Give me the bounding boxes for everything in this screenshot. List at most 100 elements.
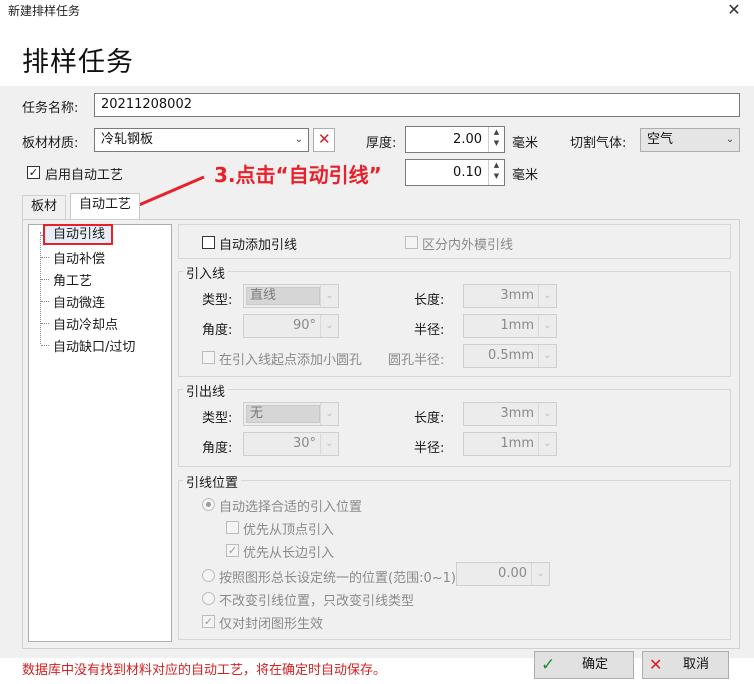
cancel-label: 取消 [683, 657, 710, 672]
tree-item-auto-lead[interactable]: 自动引线 [43, 224, 113, 245]
tree-guide [41, 257, 49, 258]
keep-position-radio[interactable] [202, 592, 215, 605]
lead-in-angle-value: 90° [292, 318, 316, 333]
tab-material[interactable]: 板材 [22, 195, 67, 219]
lead-in-angle-spinbox[interactable]: 90° ⌄ [243, 314, 339, 338]
lead-out-radius-spinbox[interactable]: 1mm ⌄ [463, 432, 557, 456]
lead-in-radius-value: 1mm [500, 318, 534, 333]
material-select[interactable]: 冷轧钢板 ⌄ [94, 128, 309, 152]
distinguish-lead-label: 区分内外模引线 [422, 238, 514, 253]
process-tree [28, 224, 172, 642]
lead-out-title: 引出线 [183, 381, 229, 400]
lead-in-title: 引入线 [183, 263, 229, 282]
check-icon: ✓ [541, 655, 556, 675]
thickness-unit: 毫米 [512, 136, 539, 151]
closed-only-label: 仅对封闭图形生效 [219, 617, 324, 632]
hole-radius-spinbox[interactable]: 0.5mm ⌄ [463, 344, 557, 368]
auto-process-checkbox[interactable]: ✓ [27, 166, 40, 179]
distinguish-lead-checkbox[interactable] [405, 236, 418, 249]
tree-guide [41, 323, 49, 324]
chevron-down-icon: ⌄ [538, 403, 556, 425]
chevron-down-icon: ⌄ [294, 134, 304, 145]
lead-out-type-value: 无 [246, 405, 320, 423]
lead-in-type-select[interactable]: 直线 ⌄ [243, 284, 339, 308]
chevron-down-icon: ⌄ [320, 403, 338, 425]
lead-in-hole-checkbox[interactable] [202, 351, 215, 364]
chevron-down-icon: ⌄ [538, 345, 556, 367]
tree-guide [41, 279, 49, 280]
lead-out-angle-spinbox[interactable]: 30° ⌄ [243, 432, 339, 456]
cancel-button[interactable]: ✕ 取消 [642, 651, 729, 679]
material-label: 板材材质: [22, 136, 79, 151]
task-name-input[interactable]: 20211208002 [94, 93, 740, 117]
tree-item-auto-compensation[interactable]: 自动补偿 [53, 248, 105, 267]
gas-select[interactable]: 空气 ⌄ [640, 128, 740, 152]
lead-out-type-select[interactable]: 无 ⌄ [243, 402, 339, 426]
prefer-long-edge-checkbox[interactable]: ✓ [226, 544, 239, 557]
lead-out-length-spinbox[interactable]: 3mm ⌄ [463, 402, 557, 426]
spacing-value: 0.10 [453, 165, 482, 180]
hole-radius-value: 0.5mm [487, 348, 534, 363]
gas-label: 切割气体: [570, 136, 627, 151]
tutorial-annotation: 3.点击“自动引线” [214, 163, 382, 187]
lead-in-length-value: 3mm [500, 288, 534, 303]
chevron-down-icon: ⌄ [320, 285, 338, 307]
lead-in-hole-label: 在引入线起点添加小圆孔 [219, 353, 363, 368]
chevron-down-icon: ⌄ [538, 433, 556, 455]
auto-add-lead-label: 自动添加引线 [219, 238, 298, 253]
chevron-down-icon: ⌄ [320, 433, 338, 455]
lead-in-length-spinbox[interactable]: 3mm ⌄ [463, 284, 557, 308]
lead-in-angle-label: 角度: [202, 323, 233, 338]
prefer-vertex-checkbox[interactable] [226, 521, 239, 534]
by-length-spinbox[interactable]: 0.00 ⌄ [456, 562, 550, 586]
task-name-label: 任务名称: [22, 101, 79, 116]
thickness-value: 2.00 [453, 132, 482, 147]
red-x-icon: ✕ [318, 130, 331, 148]
material-value: 冷轧钢板 [101, 132, 154, 147]
by-length-radio[interactable] [202, 569, 215, 582]
cross-icon: ✕ [649, 655, 663, 674]
lead-out-length-label: 长度: [414, 411, 445, 426]
lead-out-length-value: 3mm [500, 406, 534, 421]
lead-out-radius-value: 1mm [500, 436, 534, 451]
lead-out-angle-label: 角度: [202, 441, 233, 456]
spacing-spinbox[interactable]: 0.10 ▲ ▼ [405, 159, 505, 186]
lead-in-radius-spinbox[interactable]: 1mm ⌄ [463, 314, 557, 338]
spacing-unit: 毫米 [512, 168, 539, 183]
chevron-down-icon: ⌄ [725, 134, 735, 145]
lead-position-title: 引线位置 [183, 472, 242, 491]
lead-out-radius-label: 半径: [414, 441, 445, 456]
keep-position-label: 不改变引线位置，只改变引线类型 [219, 594, 415, 609]
tree-item-auto-notch[interactable]: 自动缺口/过切 [53, 336, 135, 355]
spin-arrows-icon[interactable]: ▲ ▼ [488, 127, 504, 152]
clear-material-button[interactable]: ✕ [313, 128, 335, 152]
tree-guide [40, 232, 41, 344]
ok-button[interactable]: ✓ 确定 [534, 651, 634, 679]
lead-out-angle-value: 30° [292, 436, 316, 451]
tab-auto-process[interactable]: 自动工艺 [70, 193, 141, 220]
thickness-spinbox[interactable]: 2.00 ▲ ▼ [405, 126, 505, 153]
auto-add-lead-checkbox[interactable] [202, 236, 215, 249]
window-title: 新建排样任务 [8, 4, 81, 18]
prefer-long-edge-label: 优先从长边引入 [243, 546, 335, 561]
tree-guide [41, 301, 49, 302]
hole-radius-label: 圆孔半径: [388, 353, 445, 368]
by-length-label: 按照图形总长设定统一的位置(范围:0~1) [219, 571, 456, 586]
tree-item-auto-microjoint[interactable]: 自动微连 [53, 292, 105, 311]
auto-select-label: 自动选择合适的引入位置 [219, 500, 363, 515]
chevron-down-icon: ⌄ [531, 563, 549, 585]
close-icon[interactable]: ✕ [719, 0, 749, 22]
tree-item-corner-process[interactable]: 角工艺 [53, 270, 92, 289]
auto-select-radio[interactable] [202, 498, 215, 511]
lead-in-length-label: 长度: [414, 293, 445, 308]
tree-item-auto-cooling-point[interactable]: 自动冷却点 [53, 314, 118, 333]
chevron-down-icon: ⌄ [538, 315, 556, 337]
chevron-down-icon: ⌄ [320, 315, 338, 337]
gas-value: 空气 [647, 132, 674, 147]
lead-in-radius-label: 半径: [414, 323, 445, 338]
ok-label: 确定 [582, 657, 609, 672]
footer-warning: 数据库中没有找到材料对应的自动工艺，将在确定时自动保存。 [22, 663, 387, 678]
closed-only-checkbox[interactable]: ✓ [202, 615, 215, 628]
lead-in-type-value: 直线 [246, 287, 320, 305]
spin-arrows-icon[interactable]: ▲ ▼ [488, 160, 504, 185]
